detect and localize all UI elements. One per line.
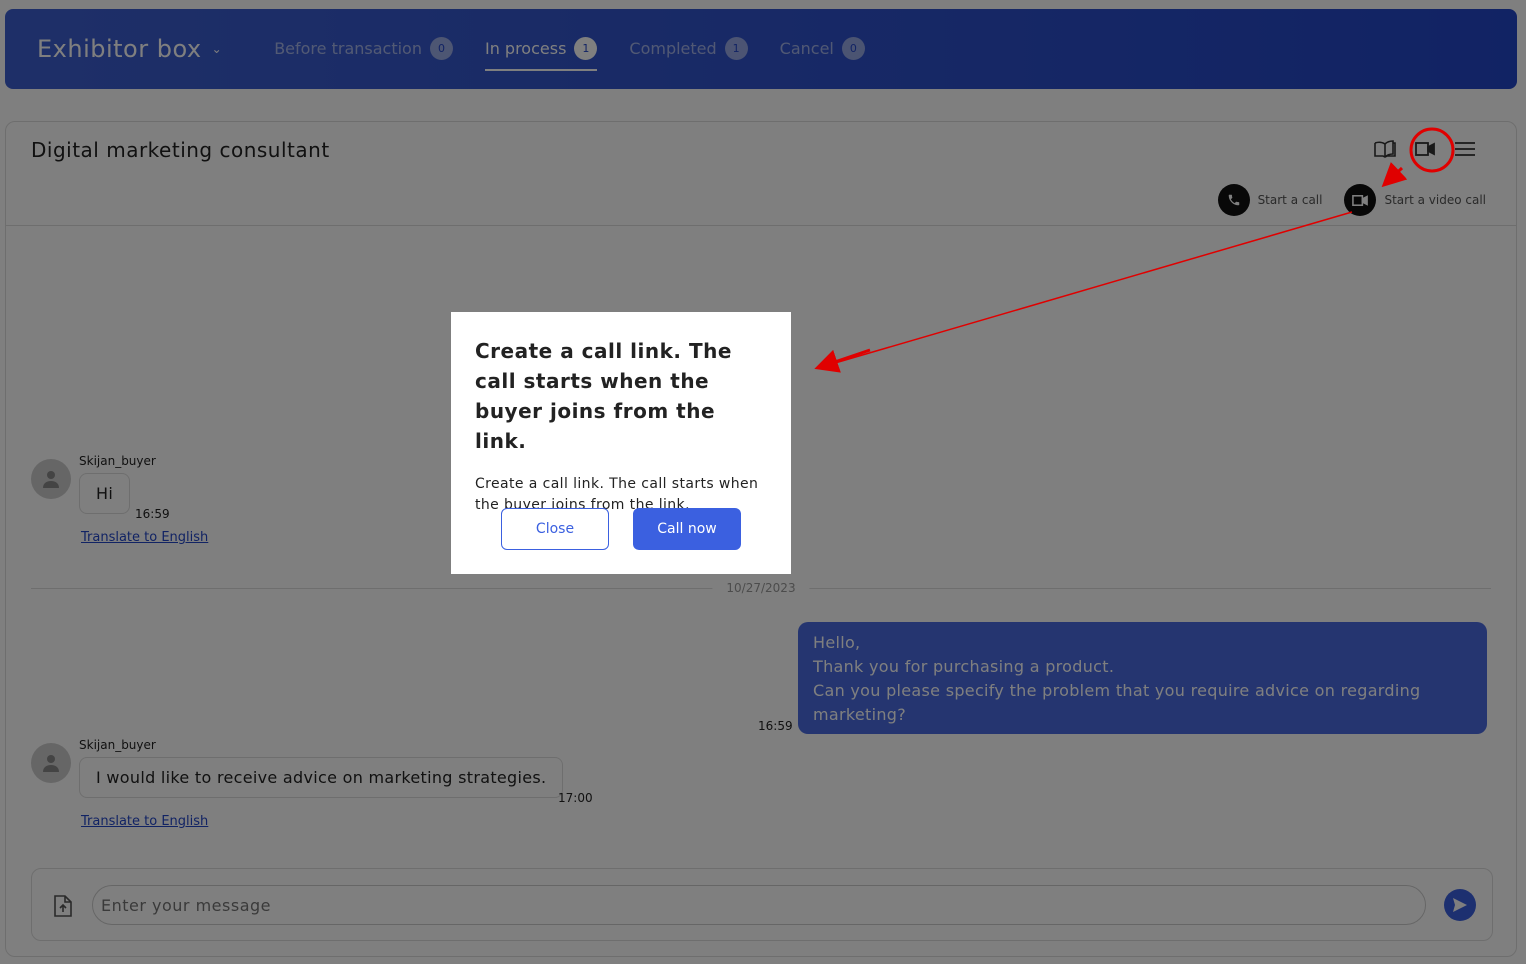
close-button[interactable]: Close: [501, 508, 609, 550]
dialog-heading: Create a call link. The call starts when…: [475, 339, 732, 453]
call-now-button[interactable]: Call now: [633, 508, 741, 550]
call-link-dialog: Create a call link. The call starts when…: [451, 312, 791, 574]
